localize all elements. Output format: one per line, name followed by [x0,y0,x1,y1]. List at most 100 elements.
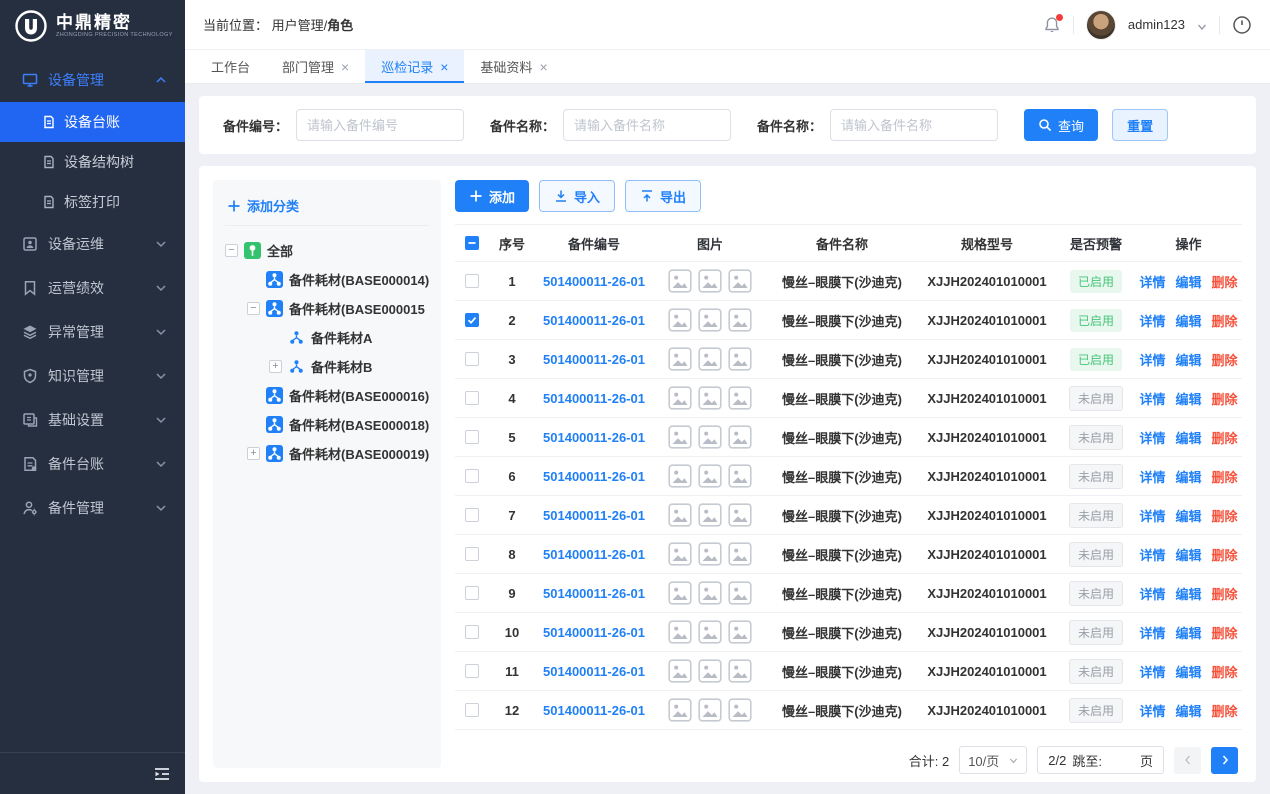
notification-bell-icon[interactable] [1043,16,1061,34]
row-checkbox[interactable] [465,703,479,717]
row-checkbox[interactable] [465,508,479,522]
edit-link[interactable]: 编辑 [1175,623,1201,642]
image-thumbnail[interactable] [698,620,722,644]
image-thumbnail[interactable] [668,581,692,605]
edit-link[interactable]: 编辑 [1175,701,1201,720]
username[interactable]: admin123 [1128,17,1185,32]
detail-link[interactable]: 详情 [1139,389,1165,408]
tab-巡检记录[interactable]: 巡检记录× [365,50,464,83]
detail-link[interactable]: 详情 [1139,272,1165,291]
image-thumbnail[interactable] [728,698,752,722]
image-thumbnail[interactable] [698,659,722,683]
delete-link[interactable]: 删除 [1212,545,1238,564]
image-thumbnail[interactable] [728,620,752,644]
image-thumbnail[interactable] [668,659,692,683]
delete-link[interactable]: 删除 [1212,506,1238,525]
part-code-link[interactable]: 501400011-26-01 [543,586,645,601]
detail-link[interactable]: 详情 [1139,467,1165,486]
row-checkbox[interactable] [465,391,479,405]
image-thumbnail[interactable] [668,269,692,293]
part-code-link[interactable]: 501400011-26-01 [543,469,645,484]
row-checkbox[interactable] [465,664,479,678]
delete-link[interactable]: 删除 [1212,272,1238,291]
user-avatar[interactable] [1086,10,1116,40]
delete-link[interactable]: 删除 [1212,350,1238,369]
part-code-link[interactable]: 501400011-26-01 [543,625,645,640]
logout-power-icon[interactable] [1232,15,1252,35]
part-code-link[interactable]: 501400011-26-01 [543,508,645,523]
detail-link[interactable]: 详情 [1139,623,1165,642]
expand-node-icon[interactable]: + [247,447,260,460]
row-checkbox[interactable] [465,625,479,639]
image-thumbnail[interactable] [668,308,692,332]
image-thumbnail[interactable] [728,503,752,527]
image-thumbnail[interactable] [728,386,752,410]
close-icon[interactable]: × [341,60,349,74]
part-code-link[interactable]: 501400011-26-01 [543,703,645,718]
sidebar-item-3[interactable]: 运营绩效 [0,266,185,310]
submenu-item[interactable]: 标签打印 [0,182,185,222]
image-thumbnail[interactable] [728,542,752,566]
image-thumbnail[interactable] [698,308,722,332]
part-code-link[interactable]: 501400011-26-01 [543,274,645,289]
tree-node[interactable]: 备件耗材(BASE000016) [225,381,429,410]
image-thumbnail[interactable] [698,464,722,488]
delete-link[interactable]: 删除 [1212,389,1238,408]
row-checkbox[interactable] [465,586,479,600]
delete-link[interactable]: 删除 [1212,623,1238,642]
image-thumbnail[interactable] [698,269,722,293]
sidebar-item-6[interactable]: 基础设置 [0,398,185,442]
part-code-link[interactable]: 501400011-26-01 [543,313,645,328]
edit-link[interactable]: 编辑 [1175,389,1201,408]
sidebar-item-2[interactable]: 设备运维 [0,222,185,266]
sidebar-item-5[interactable]: 知识管理 [0,354,185,398]
delete-link[interactable]: 删除 [1212,311,1238,330]
image-thumbnail[interactable] [668,464,692,488]
tree-node[interactable]: 备件耗材(BASE000018) [225,410,429,439]
detail-link[interactable]: 详情 [1139,506,1165,525]
tab-工作台[interactable]: 工作台 [195,50,266,83]
part-name-input-2[interactable] [830,109,998,141]
part-code-input[interactable] [296,109,464,141]
image-thumbnail[interactable] [728,581,752,605]
edit-link[interactable]: 编辑 [1175,584,1201,603]
part-code-link[interactable]: 501400011-26-01 [543,430,645,445]
collapse-node-icon[interactable]: − [247,302,260,315]
row-checkbox[interactable] [465,547,479,561]
image-thumbnail[interactable] [698,425,722,449]
tab-部门管理[interactable]: 部门管理× [266,50,365,83]
detail-link[interactable]: 详情 [1139,311,1165,330]
close-icon[interactable]: × [539,60,547,74]
jump-page-input[interactable] [1108,750,1134,770]
sidebar-item-1[interactable]: 设备管理 [0,58,185,102]
delete-link[interactable]: 删除 [1212,662,1238,681]
image-thumbnail[interactable] [668,542,692,566]
edit-link[interactable]: 编辑 [1175,311,1201,330]
sidebar-item-7[interactable]: 备件台账 [0,442,185,486]
tree-node[interactable]: −备件耗材(BASE000015 [225,294,429,323]
part-code-link[interactable]: 501400011-26-01 [543,391,645,406]
image-thumbnail[interactable] [698,698,722,722]
image-thumbnail[interactable] [728,464,752,488]
row-checkbox[interactable] [465,469,479,483]
detail-link[interactable]: 详情 [1139,701,1165,720]
delete-link[interactable]: 删除 [1212,467,1238,486]
add-category-button[interactable]: 添加分类 [225,192,429,226]
edit-link[interactable]: 编辑 [1175,467,1201,486]
submenu-item[interactable]: 设备结构树 [0,142,185,182]
add-button[interactable]: 添加 [455,180,529,212]
image-thumbnail[interactable] [668,347,692,371]
sidebar-item-4[interactable]: 异常管理 [0,310,185,354]
tab-基础资料[interactable]: 基础资料× [464,50,563,83]
submenu-item[interactable]: 设备台账 [0,102,185,142]
image-thumbnail[interactable] [698,542,722,566]
image-thumbnail[interactable] [698,503,722,527]
tree-node[interactable]: +备件耗材(BASE000019) [225,439,429,468]
image-thumbnail[interactable] [698,347,722,371]
delete-link[interactable]: 删除 [1212,701,1238,720]
edit-link[interactable]: 编辑 [1175,428,1201,447]
detail-link[interactable]: 详情 [1139,545,1165,564]
detail-link[interactable]: 详情 [1139,428,1165,447]
reset-button[interactable]: 重置 [1112,109,1168,141]
select-all-checkbox[interactable] [465,236,479,250]
